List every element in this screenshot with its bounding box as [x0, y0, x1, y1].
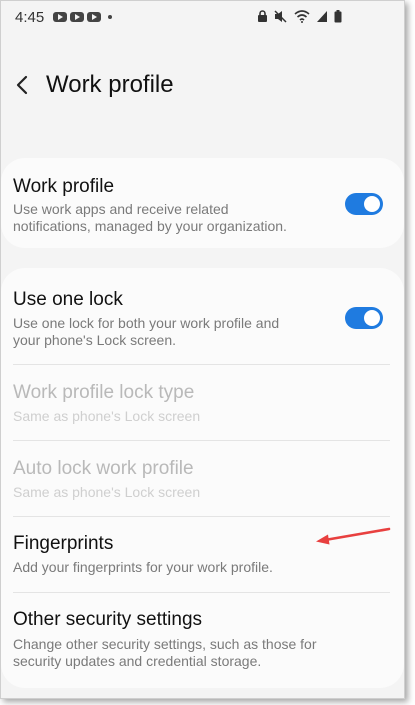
use-one-lock-toggle[interactable]: [345, 307, 383, 329]
work-profile-subtitle-line2: notifications, managed by your organizat…: [13, 218, 287, 234]
other-security-row[interactable]: Other security settings Change other sec…: [1, 593, 404, 683]
youtube-icon: [70, 12, 84, 22]
wifi-icon: [294, 10, 310, 23]
fingerprints-subtitle: Add your fingerprints for your work prof…: [13, 559, 273, 575]
status-bar: 4:45: [1, 1, 404, 35]
fingerprints-title: Fingerprints: [13, 533, 114, 554]
notification-dot-icon: [108, 15, 112, 19]
auto-lock-title: Auto lock work profile: [13, 458, 194, 479]
page-title: Work profile: [46, 71, 174, 98]
use-one-lock-subtitle-line2: your phone's Lock screen.: [13, 332, 176, 348]
work-profile-row[interactable]: Work profile Use work apps and receive r…: [1, 158, 404, 248]
status-system-icons: [257, 10, 342, 23]
toggle-knob: [364, 196, 380, 212]
battery-icon: [334, 10, 342, 23]
other-security-title: Other security settings: [13, 609, 203, 630]
lock-type-subtitle: Same as phone's Lock screen: [13, 408, 201, 424]
toggle-knob: [364, 310, 380, 326]
annotation-arrow-icon: [316, 527, 391, 545]
status-time: 4:45: [15, 9, 45, 26]
lock-icon: [258, 10, 267, 22]
status-notification-icons: [53, 12, 112, 22]
other-security-subtitle-line2: security updates and credential storage.: [13, 653, 262, 669]
use-one-lock-subtitle-line1: Use one lock for both your work profile …: [13, 315, 280, 331]
work-profile-card: Work profile Use work apps and receive r…: [1, 158, 404, 248]
lock-settings-card: Use one lock Use one lock for both your …: [1, 268, 404, 688]
youtube-icon: [53, 12, 67, 22]
work-profile-toggle[interactable]: [345, 193, 383, 215]
auto-lock-subtitle: Same as phone's Lock screen: [13, 484, 201, 500]
phone-screen: 4:45 Work profile Work profile Use work …: [0, 0, 405, 699]
mute-icon: [274, 10, 287, 23]
back-arrow-icon[interactable]: [13, 73, 33, 97]
use-one-lock-title: Use one lock: [13, 289, 123, 310]
work-profile-title: Work profile: [13, 176, 115, 197]
work-profile-subtitle-line1: Use work apps and receive related: [13, 201, 229, 217]
other-security-subtitle-line1: Change other security settings, such as …: [13, 636, 317, 652]
use-one-lock-row[interactable]: Use one lock Use one lock for both your …: [1, 268, 404, 364]
lock-type-title: Work profile lock type: [13, 382, 195, 403]
lock-type-row: Work profile lock type Same as phone's L…: [1, 365, 404, 440]
auto-lock-row: Auto lock work profile Same as phone's L…: [1, 441, 404, 516]
youtube-icon: [87, 12, 101, 22]
signal-icon: [317, 11, 327, 22]
